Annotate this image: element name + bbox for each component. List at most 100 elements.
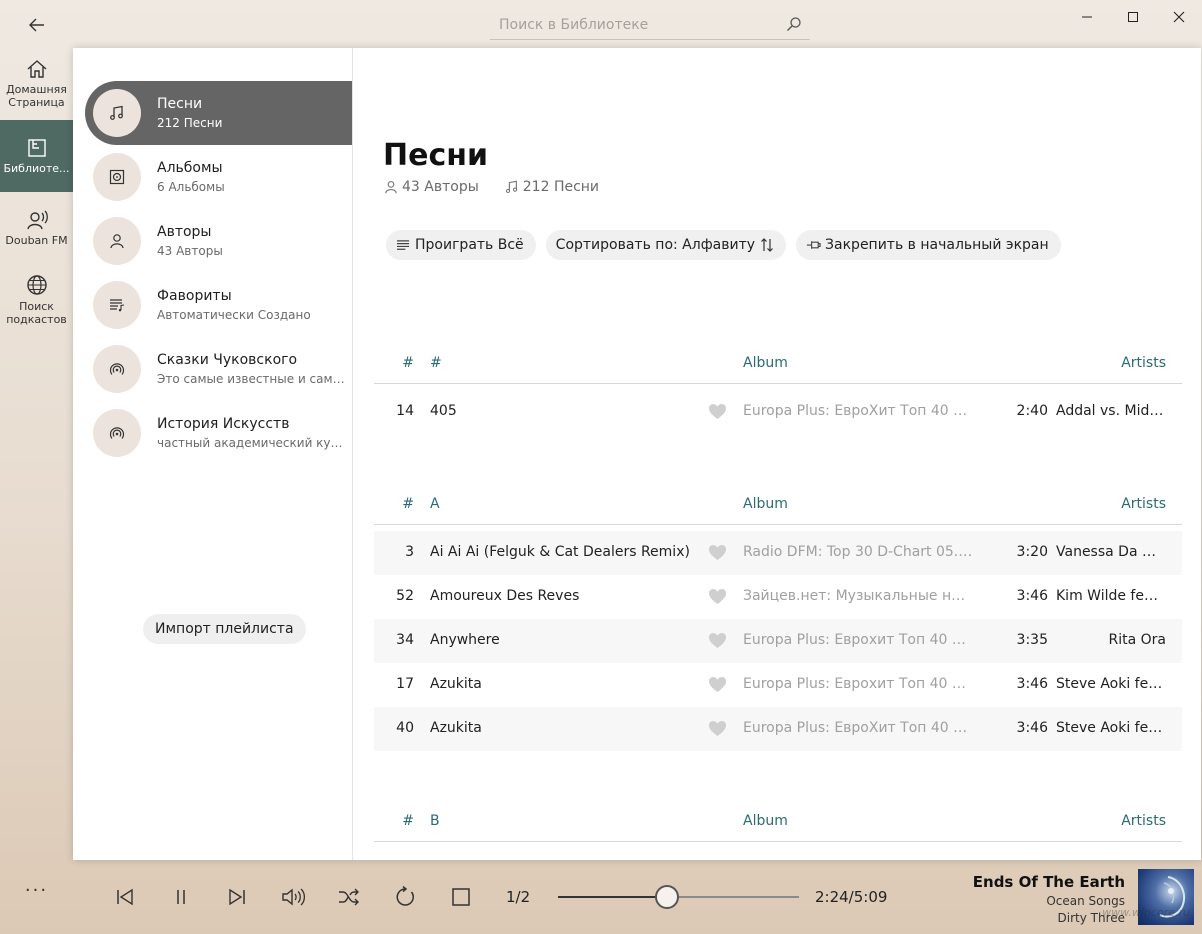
maximize-button[interactable] [1110, 0, 1156, 34]
library-item-title: Альбомы [157, 160, 223, 176]
search-icon[interactable] [786, 16, 802, 36]
title-bar [0, 0, 1202, 48]
shuffle-icon [339, 888, 359, 906]
sort-button[interactable]: Сортировать по: Алфавиту [545, 230, 787, 260]
song-artist[interactable]: Vanessa Da M... [1056, 544, 1166, 560]
song-album[interactable]: Radio DFM: Top 30 D-Chart 05.1... [743, 544, 973, 560]
artists-count: 43 Авторы [384, 179, 479, 195]
search-box[interactable] [490, 10, 810, 40]
song-album[interactable]: Europa Plus: ЕвроХит Топ 40 10.... [743, 720, 973, 736]
minimize-button[interactable] [1064, 0, 1110, 34]
group-letter[interactable]: A [430, 496, 440, 512]
import-playlist-button[interactable]: Импорт плейлиста [143, 614, 306, 644]
group-letter[interactable]: B [430, 813, 440, 829]
column-album-header[interactable]: Album [743, 813, 788, 829]
table-row[interactable]: 40 Azukita Europa Plus: ЕвроХит Топ 40 1… [374, 707, 1182, 751]
song-album[interactable]: Зайцев.нет: Музыкальные нов... [743, 588, 973, 604]
library-item-subtitle: Это самые известные и самые любимые сказ… [157, 372, 347, 386]
back-button[interactable] [22, 12, 52, 38]
favorite-button[interactable] [708, 588, 727, 609]
library-item-songs[interactable]: Песни 212 Песни [85, 81, 352, 145]
group-header: # A Album Artists [374, 485, 1182, 525]
songs-count: 212 Песни [505, 179, 599, 195]
column-album-header[interactable]: Album [743, 496, 788, 512]
table-row[interactable]: 17 Azukita Europa Plus: Еврохит Топ 40 1… [374, 663, 1182, 707]
library-item-title: Сказки Чуковского [157, 352, 298, 368]
song-artist[interactable]: Addal vs. Mida... [1056, 403, 1166, 419]
progress-thumb[interactable] [655, 885, 680, 909]
favorite-button[interactable] [708, 632, 727, 653]
music-note-icon [505, 180, 517, 194]
song-album[interactable]: Europa Plus: Еврохит Топ 40 18.... [743, 676, 973, 692]
song-album[interactable]: Europa Plus: Еврохит Топ 40 18.... [743, 632, 973, 648]
group-letter[interactable]: # [430, 355, 442, 371]
rail-item-home[interactable]: Домашняя Страница [0, 48, 73, 120]
play-all-label: Проиграть Всё [415, 237, 524, 253]
table-row[interactable]: 3 Ai Ai Ai (Felguk & Cat Dealers Remix) … [374, 531, 1182, 575]
song-album[interactable]: Europa Plus: ЕвроХит Топ 40 10... [743, 403, 973, 419]
library-item-podcast-art-history[interactable]: История Искусств частный академический к… [85, 401, 352, 465]
playback-time: 2:24/5:09 [815, 888, 888, 906]
progress-fill [558, 896, 668, 898]
heart-icon [709, 544, 726, 561]
rail-item-douban-fm[interactable]: Douban FM [0, 192, 73, 264]
close-button[interactable] [1156, 0, 1202, 34]
previous-button[interactable] [112, 884, 138, 910]
column-album-header[interactable]: Album [743, 355, 788, 371]
rail-item-label: Домашняя Страница [6, 83, 67, 109]
song-title: Amoureux Des Reves [430, 588, 580, 604]
column-artists-header[interactable]: Artists [1121, 355, 1166, 371]
song-artist[interactable]: Kim Wilde feat... [1056, 588, 1166, 604]
repeat-icon [396, 886, 414, 906]
library-item-subtitle: 6 Альбомы [157, 180, 225, 194]
column-artists-header[interactable]: Artists [1121, 496, 1166, 512]
column-number-header[interactable]: # [374, 355, 414, 371]
library-item-podcast-chukovsky[interactable]: Сказки Чуковского Это самые известные и … [85, 337, 352, 401]
shuffle-button[interactable] [336, 884, 362, 910]
favorite-button[interactable] [708, 403, 727, 424]
song-artist[interactable]: Rita Ora [1056, 632, 1167, 648]
table-row[interactable]: 14 405 Europa Plus: ЕвроХит Топ 40 10...… [374, 390, 1182, 434]
next-button[interactable] [224, 884, 250, 910]
library-item-subtitle: 212 Песни [157, 116, 223, 130]
sort-arrows-icon [761, 238, 773, 252]
table-row[interactable]: 52 Amoureux Des Reves Зайцев.нет: Музыка… [374, 575, 1182, 619]
progress-slider[interactable] [558, 885, 799, 909]
more-button[interactable]: ... [0, 875, 73, 896]
library-item-artists[interactable]: Авторы 43 Авторы [85, 209, 352, 273]
library-item-title: Фавориты [157, 288, 232, 304]
column-number-header[interactable]: # [374, 496, 414, 512]
favorite-button[interactable] [708, 544, 727, 565]
library-item-subtitle: Автоматически Создано [157, 308, 311, 322]
library-item-albums[interactable]: Альбомы 6 Альбомы [85, 145, 352, 209]
search-input[interactable] [499, 16, 779, 33]
pause-button[interactable] [168, 884, 194, 910]
skip-previous-icon [117, 888, 133, 906]
song-duration: 3:46 [1016, 676, 1048, 692]
songs-count-text: 212 Песни [522, 179, 600, 195]
pin-to-start-button[interactable]: Закрепить в начальный экран [796, 230, 1061, 260]
volume-icon [282, 888, 305, 906]
rail-item-podcast-search[interactable]: Поиск подкастов [0, 264, 73, 336]
playlist-icon [110, 299, 125, 312]
favorite-button[interactable] [708, 676, 727, 697]
column-number-header[interactable]: # [374, 813, 414, 829]
library-item-favorites[interactable]: Фавориты Автоматически Создано [85, 273, 352, 337]
window-controls [1064, 0, 1202, 34]
favorite-button[interactable] [708, 720, 727, 741]
play-all-button[interactable]: Проиграть Всё [386, 230, 536, 260]
column-artists-header[interactable]: Artists [1121, 813, 1166, 829]
song-artist[interactable]: Steve Aoki feat... [1056, 676, 1166, 692]
person-icon [385, 181, 397, 194]
stop-button[interactable] [448, 884, 474, 910]
volume-button[interactable] [280, 884, 306, 910]
song-artist[interactable]: Steve Aoki feat... [1056, 720, 1166, 736]
heart-icon [709, 403, 726, 420]
rail-item-library[interactable]: Библиоте... [0, 120, 73, 192]
heart-icon [709, 676, 726, 693]
repeat-button[interactable] [392, 884, 418, 910]
watermark: www.wincore.ru [1102, 906, 1190, 919]
heart-icon [709, 632, 726, 649]
song-duration: 3:20 [1016, 544, 1048, 560]
table-row[interactable]: 34 Anywhere Europa Plus: Еврохит Топ 40 … [374, 619, 1182, 663]
